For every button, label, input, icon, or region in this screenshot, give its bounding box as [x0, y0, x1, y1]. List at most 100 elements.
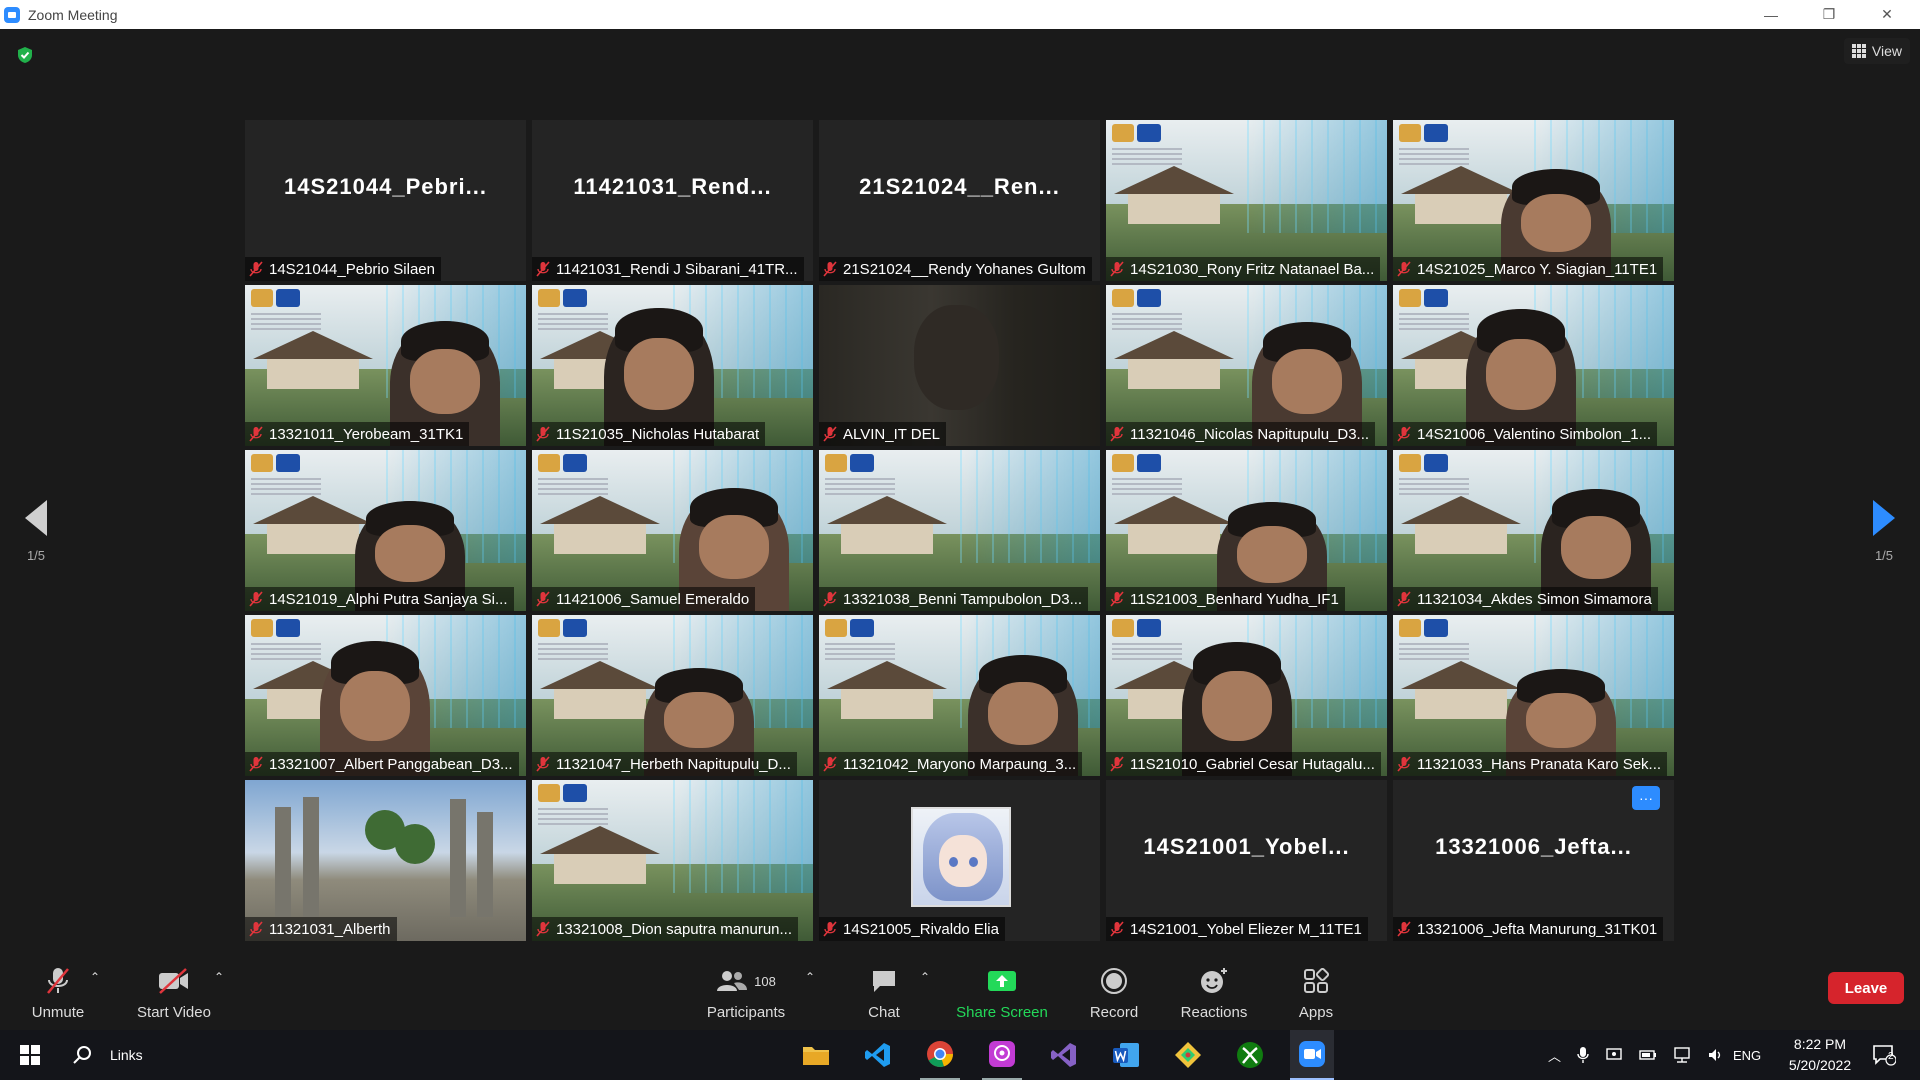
video-options-caret[interactable]: ⌃	[214, 970, 224, 984]
participant-tile[interactable]: 11S21003_Benhard Yudha_IF1	[1106, 450, 1387, 611]
taskbar-search[interactable]: Links	[72, 1030, 182, 1080]
participant-name-label: 13321011_Yerobeam_31TK1	[245, 422, 470, 446]
participants-options-caret[interactable]: ⌃	[805, 970, 815, 984]
participant-name: 11S21035_Nicholas Hutabarat	[556, 425, 760, 443]
taskbar-chrome[interactable]	[920, 1030, 960, 1080]
participant-tile[interactable]: 11S21035_Nicholas Hutabarat	[532, 285, 813, 446]
participant-name-label: 21S21024__Rendy Yohanes Gultom	[819, 257, 1092, 281]
taskbar-clock[interactable]: 8:22 PM 5/20/2022	[1780, 1034, 1860, 1076]
participant-tile[interactable]: 14S21006_Valentino Simbolon_1...	[1393, 285, 1674, 446]
start-video-button[interactable]: Start Video	[134, 966, 214, 1021]
participant-display-name: 21S21024__Ren...	[859, 174, 1060, 199]
participant-name: 13321007_Albert Panggabean_D3...	[269, 755, 513, 773]
participant-tile[interactable]: 11421031_Rend... 11421031_Rendi J Sibaran…	[532, 120, 813, 281]
microphone-tray-icon[interactable]	[1577, 1046, 1589, 1064]
participant-tile[interactable]: 13321038_Benni Tampubolon_D3...	[819, 450, 1100, 611]
leave-button[interactable]: Leave	[1828, 972, 1904, 1004]
participant-name: 11321033_Hans Pranata Karo Sek...	[1417, 755, 1662, 773]
participant-tile[interactable]: 11S21010_Gabriel Cesar Hutagalu...	[1106, 615, 1387, 776]
window-title: Zoom Meeting	[28, 6, 118, 23]
record-button[interactable]: Record	[1088, 966, 1140, 1021]
participant-name-label: 14S21019_Alphi Putra Sanjaya Si...	[245, 587, 514, 611]
participant-tile[interactable]: 14S21001_Yobel... 14S21001_Yobel Eliezer …	[1106, 780, 1387, 941]
participant-display-name: 14S21044_Pebri...	[284, 174, 487, 199]
participant-tile[interactable]: 13321006_Jefta... ··· 13321006_Jefta Manur…	[1393, 780, 1674, 941]
taskbar-xbox[interactable]	[1230, 1030, 1270, 1080]
next-page-button[interactable]: 1/5	[1864, 500, 1904, 563]
institution-logo	[1399, 619, 1451, 641]
muted-mic-icon	[1397, 426, 1411, 442]
tray-overflow-chevron-icon[interactable]: ︿	[1548, 1046, 1561, 1065]
participant-tile[interactable]: 13321008_Dion saputra manurun...	[532, 780, 813, 941]
participant-name: ALVIN_IT DEL	[843, 425, 940, 443]
participant-tile[interactable]: 11321042_Maryono Marpaung_3...	[819, 615, 1100, 776]
battery-tray-icon[interactable]	[1639, 1046, 1657, 1064]
chrome-icon	[927, 1041, 954, 1068]
video-off-icon	[159, 968, 188, 994]
participants-icon	[717, 971, 748, 991]
taskbar-file-explorer[interactable]	[796, 1030, 836, 1080]
participant-tile[interactable]: 11321031_Alberth	[245, 780, 526, 941]
notification-center-button[interactable]: 2	[1864, 1030, 1904, 1080]
participant-tile[interactable]: ALVIN_IT DEL	[819, 285, 1100, 446]
start-button[interactable]	[10, 1030, 50, 1080]
encryption-shield-icon[interactable]	[16, 46, 34, 64]
clock-time: 8:22 PM	[1793, 1036, 1847, 1052]
gitkraken-icon	[1175, 1042, 1201, 1068]
participant-tile[interactable]: 11321034_Akdes Simon Simamora	[1393, 450, 1674, 611]
taskbar-vscode[interactable]	[858, 1030, 898, 1080]
participant-tile[interactable]: 14S21005_Rivaldo Elia	[819, 780, 1100, 941]
apps-button[interactable]: Apps	[1296, 966, 1336, 1021]
language-indicator[interactable]: ENG	[1733, 1030, 1761, 1080]
participant-tile[interactable]: 14S21044_Pebri... 14S21044_Pebrio Silaen	[245, 120, 526, 281]
participant-tile[interactable]: 11321047_Herbeth Napitupulu_D...	[532, 615, 813, 776]
institution-logo	[1112, 124, 1164, 146]
participant-tile[interactable]: 13321007_Albert Panggabean_D3...	[245, 615, 526, 776]
clock-date: 5/20/2022	[1788, 1057, 1852, 1073]
taskbar-purple-app[interactable]	[982, 1030, 1022, 1080]
taskbar-git-app[interactable]	[1168, 1030, 1208, 1080]
restore-button[interactable]: ❐	[1800, 0, 1858, 29]
taskbar-zoom[interactable]	[1290, 1030, 1334, 1080]
participants-button[interactable]: 108 Participants	[704, 966, 788, 1021]
muted-mic-icon	[249, 261, 263, 277]
chat-button[interactable]: Chat	[862, 966, 906, 1021]
more-options-button[interactable]: ···	[1632, 786, 1660, 810]
vscode-icon	[865, 1043, 890, 1067]
taskbar-visual-studio[interactable]	[1044, 1030, 1084, 1080]
minimize-button[interactable]: —	[1742, 0, 1800, 29]
participant-tile[interactable]: 14S21025_Marco Y. Siagian_11TE1	[1393, 120, 1674, 281]
apps-label: Apps	[1298, 1004, 1334, 1021]
participant-tile[interactable]: 11321033_Hans Pranata Karo Sek...	[1393, 615, 1674, 776]
share-screen-label: Share Screen	[956, 1004, 1048, 1021]
participant-tile[interactable]: 14S21019_Alphi Putra Sanjaya Si...	[245, 450, 526, 611]
folder-icon	[803, 1047, 829, 1065]
muted-mic-icon	[536, 591, 550, 607]
volume-tray-icon[interactable]	[1707, 1046, 1725, 1064]
muted-mic-icon	[536, 261, 550, 277]
participant-name-label: 11321042_Maryono Marpaung_3...	[819, 752, 1083, 776]
reactions-button[interactable]: Reactions	[1180, 966, 1248, 1021]
share-screen-button[interactable]: Share Screen	[956, 966, 1048, 1021]
muted-mic-icon	[249, 756, 263, 772]
participant-tile[interactable]: 13321011_Yerobeam_31TK1	[245, 285, 526, 446]
taskbar-word[interactable]	[1106, 1030, 1146, 1080]
close-button[interactable]: ✕	[1858, 0, 1916, 29]
view-button[interactable]: View	[1843, 38, 1910, 64]
participant-name: 11321031_Alberth	[269, 920, 391, 938]
participant-name: 11S21003_Benhard Yudha_IF1	[1130, 590, 1339, 608]
participant-tile[interactable]: 21S21024__Ren... 21S21024__Rendy Yohanes …	[819, 120, 1100, 281]
chat-options-caret[interactable]: ⌃	[920, 970, 930, 984]
participant-name-label: 11S21003_Benhard Yudha_IF1	[1106, 587, 1345, 611]
wired-network-tray-icon[interactable]	[1673, 1046, 1691, 1064]
previous-page-button[interactable]: 1/5	[16, 500, 56, 563]
participant-name-label: 11S21035_Nicholas Hutabarat	[532, 422, 766, 446]
participant-tile[interactable]: 11321046_Nicolas Napitupulu_D3...	[1106, 285, 1387, 446]
network-settings-tray-icon[interactable]	[1605, 1046, 1623, 1064]
audio-options-caret[interactable]: ⌃	[90, 970, 100, 984]
unmute-button[interactable]: Unmute	[28, 966, 88, 1021]
participant-tile[interactable]: 14S21030_Rony Fritz Natanael Ba...	[1106, 120, 1387, 281]
notification-count: 2	[1888, 1051, 1894, 1062]
participant-name: 11321034_Akdes Simon Simamora	[1417, 590, 1652, 608]
participant-tile[interactable]: 11421006_Samuel Emeraldo	[532, 450, 813, 611]
